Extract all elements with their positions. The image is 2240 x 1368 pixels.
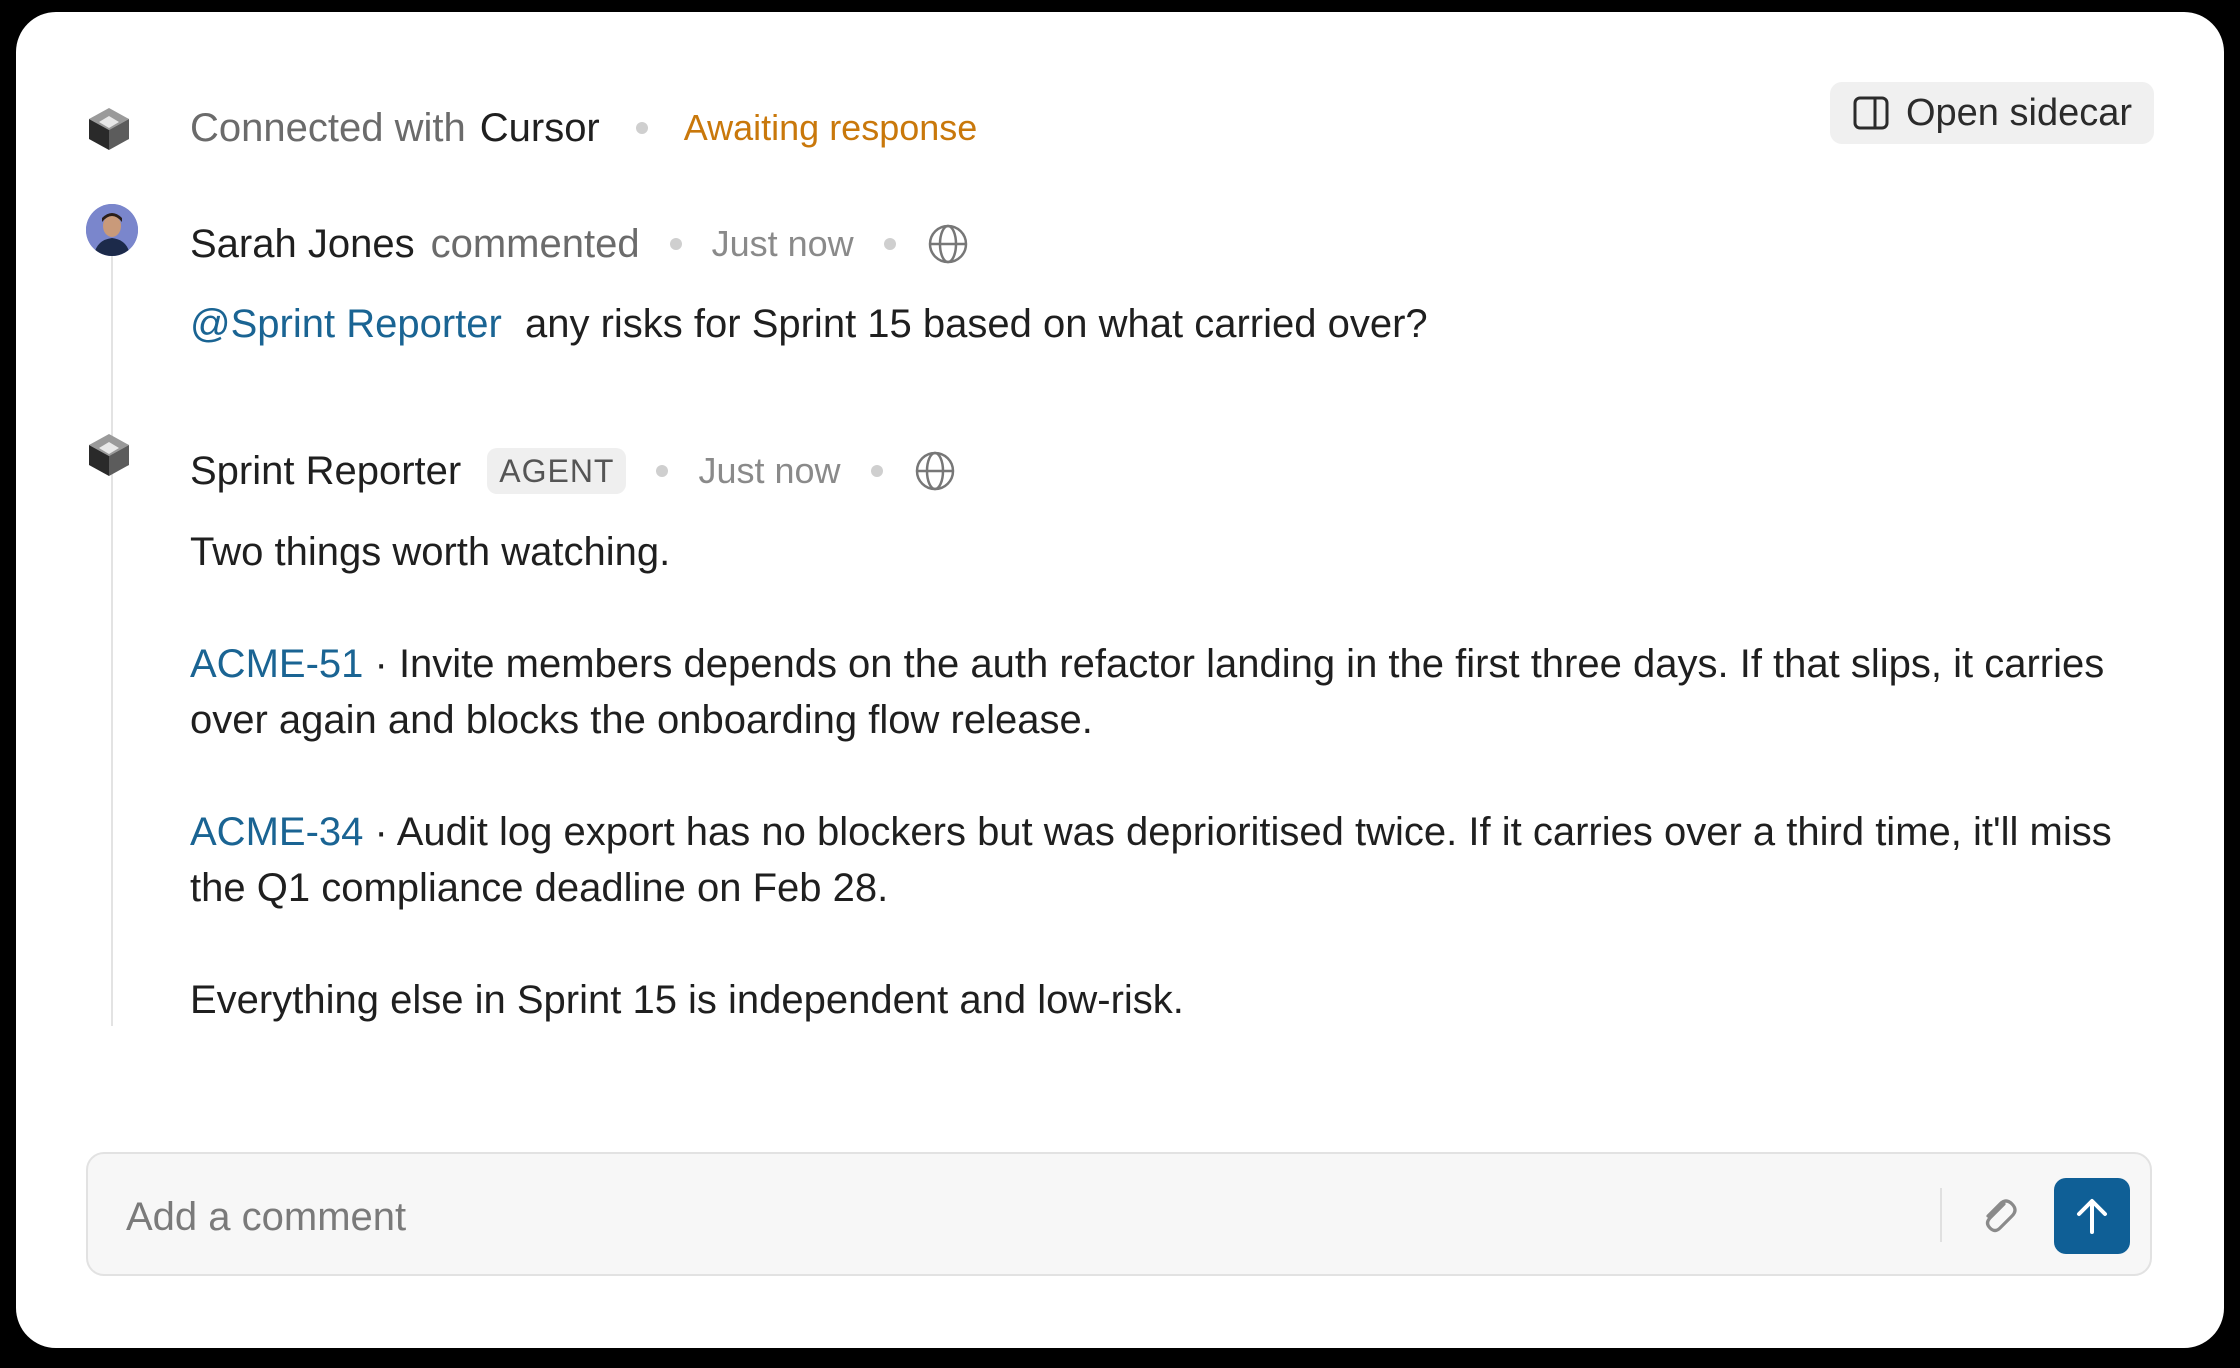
timestamp[interactable]: Just now [712,223,854,265]
reply-intro: Two things worth watching. [190,530,671,574]
comment-meta: Sarah Jones commented Just now [190,216,970,272]
connected-label: Connected with [190,105,466,150]
separator-dot [883,238,896,250]
mention-link[interactable]: @Sprint Reporter [190,302,502,346]
status-label: Awaiting response [683,107,978,148]
separator-dot [656,465,669,477]
comment-input[interactable] [124,1184,1928,1250]
risk-text: · Audit log export has no blockers but w… [190,810,2112,910]
author-name[interactable]: Sprint Reporter [190,449,461,494]
thread-line [111,250,113,1026]
connection-status-row: Connected with Cursor Awaiting response [190,100,977,156]
risk-text: · Invite members depends on the auth ref… [190,642,2105,742]
cube-icon [86,432,132,478]
agent-badge: AGENT [487,448,627,494]
comment-composer [86,1152,2152,1276]
separator-dot [870,465,883,477]
reply-outro: Everything else in Sprint 15 is independ… [190,978,1184,1022]
globe-icon[interactable] [926,222,970,266]
separator-dot [669,238,682,250]
comment-text: any risks for Sprint 15 based on what ca… [524,302,1428,346]
comment-thread-card: Connected with Cursor Awaiting response … [16,12,2224,1348]
send-button[interactable] [2054,1178,2130,1254]
risk-item: ACME-51 · Invite members depends on the … [190,636,2170,748]
risk-item: ACME-34 · Audit log export has no blocke… [190,804,2170,916]
globe-icon[interactable] [913,449,957,493]
issue-link[interactable]: ACME-34 [190,810,363,854]
user-avatar[interactable] [86,204,138,256]
sidebar-panel-icon [1852,94,1890,132]
app-name: Cursor [479,105,600,150]
paperclip-icon[interactable] [1968,1186,2028,1246]
arrow-up-icon [2070,1194,2114,1238]
comment-body: @Sprint Reporter any risks for Sprint 15… [190,296,2150,352]
cube-icon [86,106,132,152]
composer-divider [1940,1188,1942,1242]
open-sidecar-label: Open sidecar [1905,91,2132,134]
author-name[interactable]: Sarah Jones [190,222,415,267]
reply-meta: Sprint Reporter AGENT Just now [190,443,957,499]
reply-body: Two things worth watching. ACME-51 · Inv… [190,524,2170,1028]
separator-dot [635,122,648,134]
timestamp[interactable]: Just now [698,450,840,492]
comment-action: commented [430,221,640,266]
issue-link[interactable]: ACME-51 [190,642,363,686]
open-sidecar-button[interactable]: Open sidecar [1829,82,2154,144]
